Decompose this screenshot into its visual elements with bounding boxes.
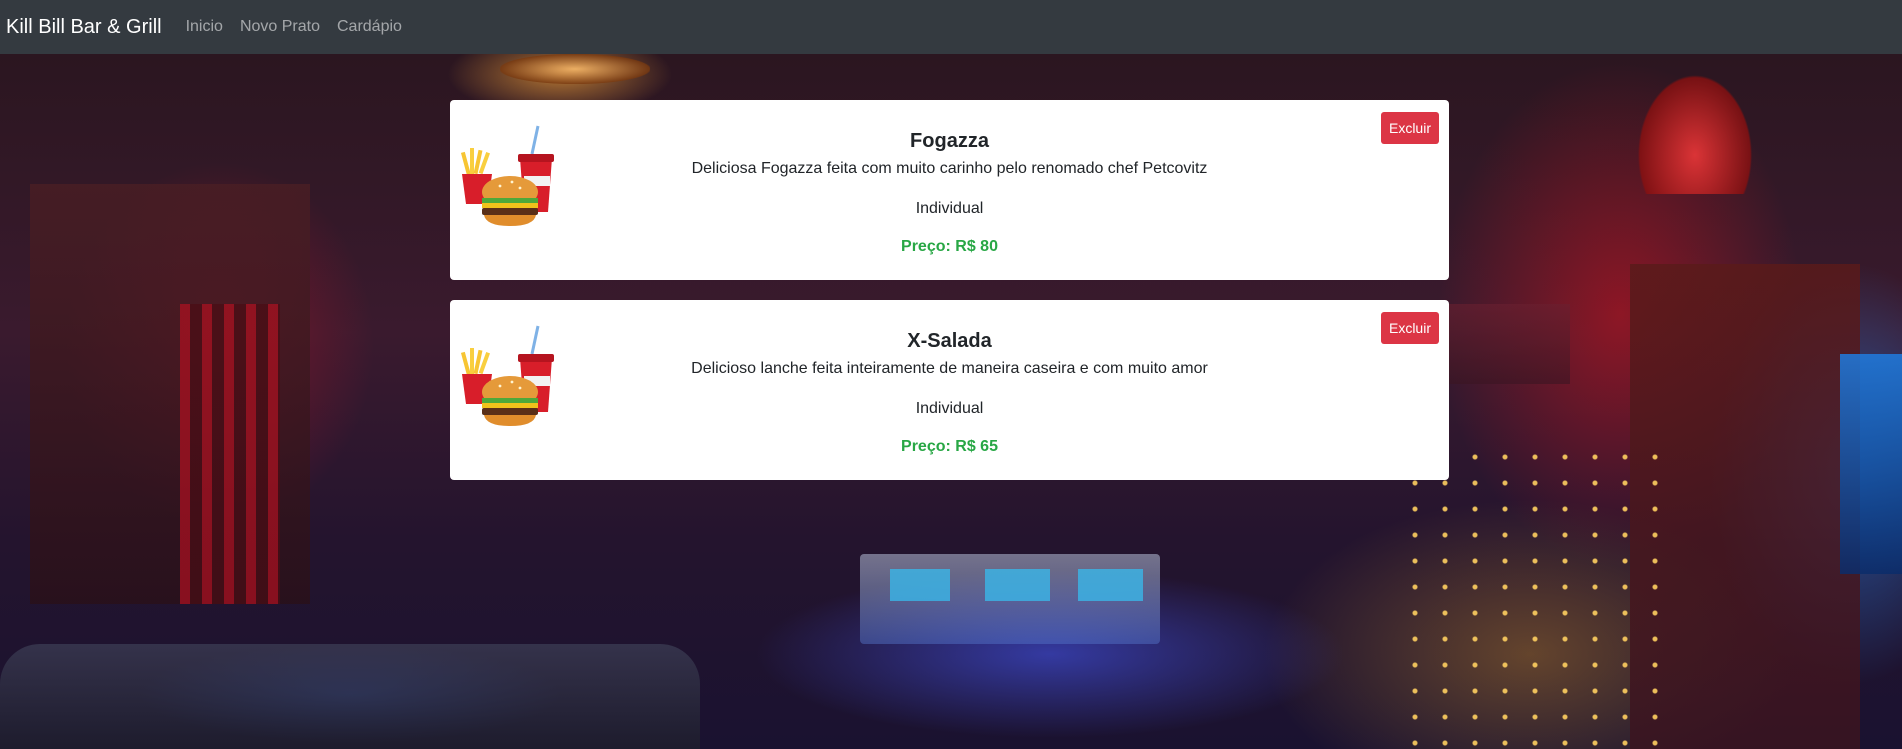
dish-card: X-Salada Delicioso lanche feita inteiram… xyxy=(450,300,1449,480)
dish-card: Fogazza Deliciosa Fogazza feita com muit… xyxy=(450,100,1449,280)
dish-name: Fogazza xyxy=(910,130,989,152)
navbar-brand[interactable]: Kill Bill Bar & Grill xyxy=(6,16,162,39)
dish-name: X-Salada xyxy=(907,330,992,352)
dish-size: Individual xyxy=(915,400,984,417)
dish-description: Deliciosa Fogazza feita com muito carinh… xyxy=(691,160,1208,177)
dish-description: Delicioso lanche feita inteiramente de m… xyxy=(691,360,1208,377)
nav-link-novo-prato[interactable]: Novo Prato xyxy=(240,18,320,36)
dish-price: Preço: R$ 80 xyxy=(901,238,998,255)
delete-button[interactable]: Excluir xyxy=(1381,112,1439,144)
dish-size: Individual xyxy=(915,200,984,217)
navbar: Kill Bill Bar & Grill Inicio Novo Prato … xyxy=(0,0,1902,54)
nav-link-cardapio[interactable]: Cardápio xyxy=(337,18,402,36)
dish-price: Preço: R$ 65 xyxy=(901,438,998,455)
nav-link-inicio[interactable]: Inicio xyxy=(186,18,223,36)
delete-button[interactable]: Excluir xyxy=(1381,312,1439,344)
